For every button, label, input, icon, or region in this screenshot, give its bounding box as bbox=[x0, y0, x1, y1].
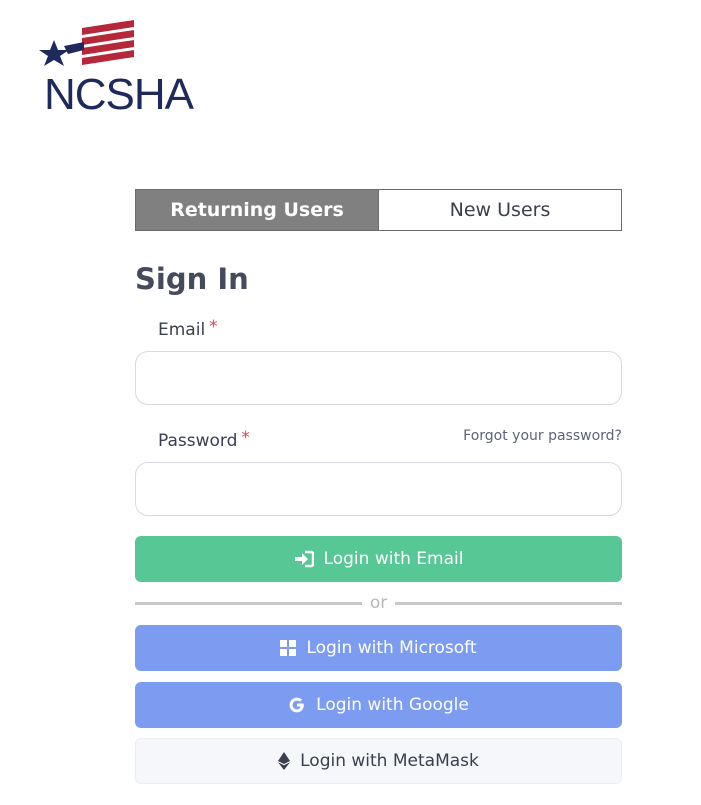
tab-new-users[interactable]: New Users bbox=[378, 190, 621, 230]
or-divider: or bbox=[135, 592, 623, 614]
login-metamask-label: Login with MetaMask bbox=[300, 751, 479, 771]
password-label: Password * bbox=[158, 428, 250, 451]
divider-line-right bbox=[395, 601, 623, 605]
password-label-text: Password bbox=[158, 431, 238, 451]
logo-text: NCSHA bbox=[44, 70, 194, 119]
tab-returning-users[interactable]: Returning Users bbox=[136, 190, 378, 230]
divider-line-left bbox=[135, 601, 362, 605]
email-label-text: Email bbox=[158, 320, 206, 340]
required-mark: * bbox=[209, 317, 218, 337]
ncsha-logo: NCSHA bbox=[34, 18, 194, 118]
login-microsoft-label: Login with Microsoft bbox=[306, 638, 477, 658]
email-label: Email * bbox=[158, 317, 218, 340]
google-icon bbox=[288, 696, 306, 714]
flag-star-icon bbox=[39, 20, 134, 66]
divider-text: or bbox=[369, 593, 388, 613]
email-field[interactable] bbox=[135, 351, 622, 405]
ethereum-icon bbox=[278, 752, 291, 770]
page-title: Sign In bbox=[135, 262, 249, 296]
login-microsoft-button[interactable]: Login with Microsoft bbox=[135, 625, 622, 671]
windows-icon bbox=[280, 640, 297, 656]
login-google-label: Login with Google bbox=[316, 695, 469, 715]
password-field[interactable] bbox=[135, 462, 622, 516]
login-email-label: Login with Email bbox=[323, 549, 464, 569]
required-mark: * bbox=[241, 428, 250, 448]
login-email-button[interactable]: Login with Email bbox=[135, 536, 622, 582]
sign-in-icon bbox=[294, 550, 314, 568]
login-metamask-button[interactable]: Login with MetaMask bbox=[135, 738, 622, 784]
login-google-button[interactable]: Login with Google bbox=[135, 682, 622, 728]
user-type-tabs: Returning Users New Users bbox=[135, 189, 622, 231]
forgot-password-link[interactable]: Forgot your password? bbox=[463, 428, 622, 444]
